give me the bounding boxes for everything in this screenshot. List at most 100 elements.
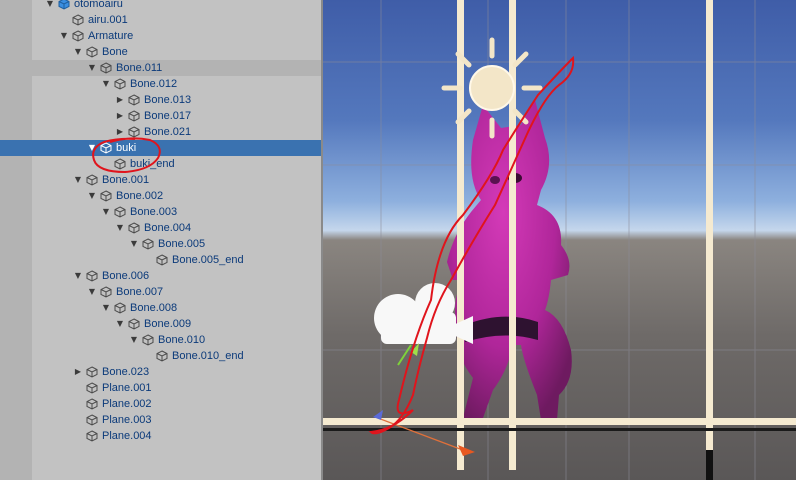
expand-arrow-right-icon[interactable]: ▶ bbox=[114, 92, 126, 108]
expand-arrow-down-icon[interactable]: ▼ bbox=[86, 60, 98, 76]
cube-icon bbox=[128, 110, 140, 122]
cube-icon bbox=[86, 366, 98, 378]
scene-view[interactable] bbox=[323, 0, 796, 480]
hierarchy-row[interactable]: ▶ Bone.013 bbox=[0, 92, 321, 108]
expand-arrow-down-icon[interactable]: ▼ bbox=[86, 140, 98, 156]
hierarchy-row-label: Bone.005 bbox=[158, 238, 206, 250]
cube-icon bbox=[100, 62, 112, 74]
cube-icon bbox=[114, 78, 126, 90]
expand-arrow-down-icon[interactable]: ▼ bbox=[128, 332, 140, 348]
hierarchy-row[interactable]: ▼ Bone.008 bbox=[0, 300, 321, 316]
expand-arrow-down-icon[interactable]: ▼ bbox=[86, 188, 98, 204]
hierarchy-row[interactable]: airu.001 bbox=[0, 12, 321, 28]
hierarchy-row-label: Bone.012 bbox=[130, 78, 178, 90]
cube-icon bbox=[86, 430, 98, 442]
expand-arrow-down-icon[interactable]: ▼ bbox=[114, 220, 126, 236]
expand-arrow-down-icon[interactable]: ▼ bbox=[128, 236, 140, 252]
hierarchy-row-label: Bone.023 bbox=[102, 366, 150, 378]
hierarchy-row[interactable]: Plane.003 bbox=[0, 412, 321, 428]
hierarchy-row[interactable]: ▼ otomoairu bbox=[0, 0, 321, 12]
cube-icon bbox=[128, 318, 140, 330]
hierarchy-row-label: Armature bbox=[88, 30, 134, 42]
hierarchy-row-label: Bone.001 bbox=[102, 174, 150, 186]
hierarchy-row-label: Bone.007 bbox=[116, 286, 164, 298]
expand-arrow-right-icon[interactable]: ▶ bbox=[114, 124, 126, 140]
hierarchy-row-label: Bone.011 bbox=[116, 62, 163, 74]
hierarchy-row-label: otomoairu bbox=[74, 0, 123, 10]
expand-arrow-down-icon[interactable]: ▼ bbox=[72, 268, 84, 284]
hierarchy-row-label: Bone.006 bbox=[102, 270, 150, 282]
hierarchy-row-label: Bone bbox=[102, 46, 128, 58]
expand-arrow-down-icon[interactable]: ▼ bbox=[100, 76, 112, 92]
expand-arrow-down-icon[interactable]: ▼ bbox=[86, 284, 98, 300]
hierarchy-row-label: Bone.005_end bbox=[172, 254, 244, 266]
hierarchy-row[interactable]: Bone.005_end bbox=[0, 252, 321, 268]
hierarchy-row[interactable]: ▼ Bone bbox=[0, 44, 321, 60]
hierarchy-row-label: Bone.009 bbox=[144, 318, 192, 330]
expand-arrow-down-icon[interactable]: ▼ bbox=[100, 300, 112, 316]
hierarchy-row[interactable]: ▼ Bone.009 bbox=[0, 316, 321, 332]
hierarchy-row-label: Plane.003 bbox=[102, 414, 152, 426]
hierarchy-row[interactable]: ▼ buki bbox=[0, 140, 321, 156]
cube-icon bbox=[114, 206, 126, 218]
hierarchy-row[interactable]: Plane.004 bbox=[0, 428, 321, 444]
hierarchy-row-label: Bone.004 bbox=[144, 222, 192, 234]
cube-icon bbox=[142, 334, 154, 346]
cube-icon bbox=[86, 46, 98, 58]
hierarchy-row-label: Plane.001 bbox=[102, 382, 152, 394]
hierarchy-row[interactable]: Plane.002 bbox=[0, 396, 321, 412]
cube-icon bbox=[100, 142, 112, 154]
hierarchy-row[interactable]: ▼ Bone.010 bbox=[0, 332, 321, 348]
hierarchy-row[interactable]: ▼ Bone.002 bbox=[0, 188, 321, 204]
hierarchy-row-label: Bone.003 bbox=[130, 206, 178, 218]
hierarchy-row-label: buki bbox=[116, 142, 137, 154]
hierarchy-row[interactable]: ▼ Bone.005 bbox=[0, 236, 321, 252]
cube-icon bbox=[86, 398, 98, 410]
hierarchy-row-label: Plane.002 bbox=[102, 398, 152, 410]
hierarchy-row-label: Bone.017 bbox=[144, 110, 192, 122]
hierarchy-row[interactable]: ▼ Bone.006 bbox=[0, 268, 321, 284]
cube-icon bbox=[86, 174, 98, 186]
hierarchy-row-label: buki_end bbox=[130, 158, 175, 170]
expand-arrow-down-icon[interactable]: ▼ bbox=[72, 172, 84, 188]
hierarchy-row[interactable]: ▼ Bone.003 bbox=[0, 204, 321, 220]
hierarchy-row-label: Bone.021 bbox=[144, 126, 192, 138]
expand-arrow-down-icon[interactable]: ▼ bbox=[44, 0, 56, 12]
expand-arrow-down-icon[interactable]: ▼ bbox=[72, 44, 84, 60]
cube-icon bbox=[156, 254, 168, 266]
hierarchy-row[interactable]: ▶ Bone.021 bbox=[0, 124, 321, 140]
expand-arrow-down-icon[interactable]: ▼ bbox=[100, 204, 112, 220]
cube-icon bbox=[128, 94, 140, 106]
hierarchy-row[interactable]: Bone.010_end bbox=[0, 348, 321, 364]
cube-icon bbox=[100, 286, 112, 298]
hierarchy-panel: ▼ otomoairu airu.001 ▼ Armature ▼ Bone ▼ Bone.01… bbox=[0, 0, 322, 480]
directional-light-icon[interactable] bbox=[441, 37, 543, 139]
hierarchy-row[interactable]: ▼ Bone.011 bbox=[0, 60, 321, 76]
expand-arrow-down-icon[interactable]: ▼ bbox=[58, 28, 70, 44]
cube-icon bbox=[86, 270, 98, 282]
prefab-cube-icon bbox=[58, 0, 70, 10]
hierarchy-row-label: Bone.002 bbox=[116, 190, 164, 202]
cube-icon bbox=[86, 414, 98, 426]
hierarchy-row[interactable]: ▼ Bone.012 bbox=[0, 76, 321, 92]
cube-icon bbox=[100, 190, 112, 202]
expand-arrow-down-icon[interactable]: ▼ bbox=[114, 316, 126, 332]
cube-icon bbox=[142, 238, 154, 250]
cube-icon bbox=[156, 350, 168, 362]
hierarchy-row[interactable]: Plane.001 bbox=[0, 380, 321, 396]
hierarchy-row-label: Plane.004 bbox=[102, 430, 152, 442]
expand-arrow-right-icon[interactable]: ▶ bbox=[72, 364, 84, 380]
hierarchy-row[interactable]: ▼ Armature bbox=[0, 28, 321, 44]
hierarchy-row[interactable]: ▼ Bone.001 bbox=[0, 172, 321, 188]
hierarchy-row[interactable]: ▶ Bone.023 bbox=[0, 364, 321, 380]
hierarchy-row[interactable]: ▼ Bone.007 bbox=[0, 284, 321, 300]
hierarchy-row[interactable]: ▶ Bone.017 bbox=[0, 108, 321, 124]
cube-icon bbox=[72, 30, 84, 42]
cube-icon bbox=[114, 302, 126, 314]
hierarchy-row[interactable]: ▼ Bone.004 bbox=[0, 220, 321, 236]
cube-icon bbox=[128, 222, 140, 234]
cube-icon bbox=[86, 382, 98, 394]
hierarchy-row[interactable]: buki_end bbox=[0, 156, 321, 172]
hierarchy-row-label: Bone.010 bbox=[158, 334, 206, 346]
expand-arrow-right-icon[interactable]: ▶ bbox=[114, 108, 126, 124]
